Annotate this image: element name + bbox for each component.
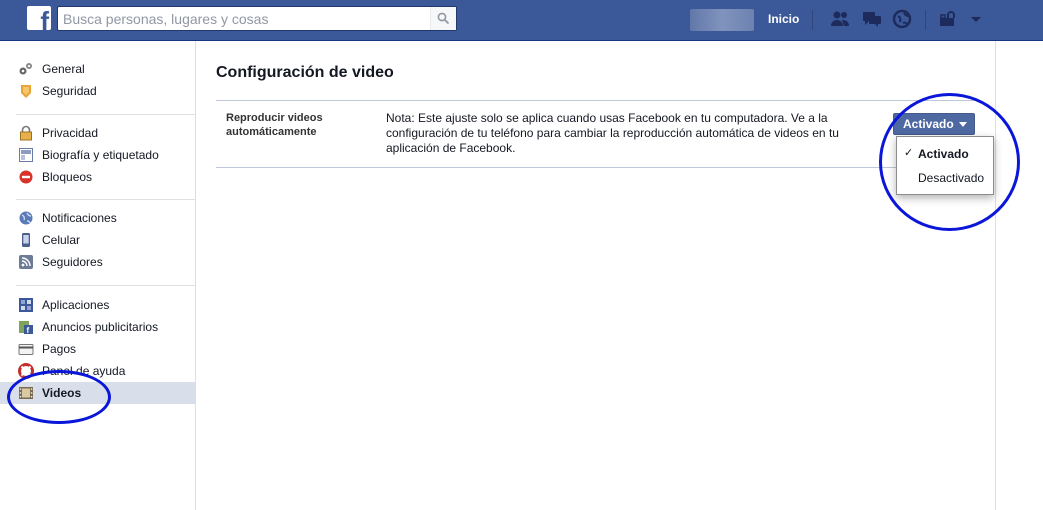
sidebar-item-apps[interactable]: Aplicaciones <box>16 294 196 316</box>
sidebar-item-label: Seguidores <box>42 255 103 269</box>
sidebar-item-notifications[interactable]: Notificaciones <box>16 207 196 229</box>
sidebar-item-label: Celular <box>42 233 81 247</box>
sidebar-item-timeline-tagging[interactable]: Biografía y etiquetado <box>16 144 196 166</box>
phone-icon <box>18 232 34 248</box>
sidebar-item-followers[interactable]: Seguidores <box>16 251 196 273</box>
ads-icon: f <box>18 319 34 335</box>
settings-row-autoplay: Reproducir videos automáticamente Nota: … <box>216 100 975 168</box>
sidebar-item-label: Biografía y etiquetado <box>42 148 159 162</box>
timeline-icon <box>18 147 34 163</box>
lock-icon <box>18 125 34 141</box>
sidebar-item-label: Pagos <box>42 342 77 356</box>
search-icon <box>437 12 450 25</box>
autoplay-dropdown-button[interactable]: Activado <box>893 113 975 135</box>
sidebar-item-payments[interactable]: Pagos <box>16 338 196 360</box>
sidebar-item-label: Seguridad <box>42 84 97 98</box>
sidebar-divider <box>16 114 196 115</box>
dropdown-value: Activado <box>903 117 954 131</box>
svg-text:f: f <box>27 326 30 335</box>
apps-icon <box>18 297 34 313</box>
gears-icon <box>18 61 34 77</box>
search-box <box>57 6 457 31</box>
top-bar: f Inicio <box>0 0 1043 41</box>
setting-label: Reproducir videos automáticamente <box>226 112 323 138</box>
sidebar-group: General Seguridad <box>16 58 196 102</box>
caret-down-icon <box>958 121 967 127</box>
sidebar-item-label: Aplicaciones <box>42 298 110 312</box>
sidebar-item-general[interactable]: General <box>16 58 196 80</box>
setting-note: Nota: Este ajuste solo se aplica cuando … <box>386 111 839 155</box>
settings-sidebar: General Seguridad Privacidad Biografía y… <box>0 41 196 510</box>
facebook-logo[interactable]: f <box>27 6 51 30</box>
home-link[interactable]: Inicio <box>768 12 799 26</box>
badge-icon <box>18 83 34 99</box>
sidebar-item-videos[interactable]: Videos <box>0 382 196 404</box>
messages-icon[interactable] <box>861 9 883 29</box>
sidebar-item-support-dashboard[interactable]: Panel de ayuda <box>16 360 196 382</box>
dropdown-option-off[interactable]: Desactivado <box>897 167 993 189</box>
lifebuoy-icon <box>18 363 34 379</box>
sidebar-item-mobile[interactable]: Celular <box>16 229 196 251</box>
page-title: Configuración de video <box>216 64 394 81</box>
sidebar-item-label: Notificaciones <box>42 211 117 225</box>
sidebar-divider <box>16 285 196 286</box>
rss-icon <box>18 254 34 270</box>
divider <box>925 10 926 30</box>
block-icon <box>18 169 34 185</box>
search-input[interactable] <box>58 7 430 30</box>
option-label: Desactivado <box>918 171 985 185</box>
settings-content: Configuración de video Reproducir videos… <box>196 41 996 510</box>
privacy-shortcuts-icon[interactable] <box>938 9 960 29</box>
sidebar-item-ads[interactable]: f Anuncios publicitarios <box>16 316 196 338</box>
sidebar-item-privacy[interactable]: Privacidad <box>16 122 196 144</box>
globe-icon <box>18 210 34 226</box>
friend-requests-icon[interactable] <box>829 9 851 29</box>
sidebar-item-label: General <box>42 62 85 76</box>
card-icon <box>18 341 34 357</box>
profile-avatar[interactable] <box>690 9 754 31</box>
checkmark-icon: ✓ <box>904 147 914 159</box>
sidebar-group: Aplicaciones f Anuncios publicitarios Pa… <box>0 294 196 404</box>
option-label: Activado <box>918 147 969 161</box>
account-menu-chevron-down-icon[interactable] <box>965 9 987 29</box>
divider <box>812 10 813 30</box>
sidebar-item-blocking[interactable]: Bloqueos <box>16 166 196 188</box>
sidebar-divider <box>16 199 196 200</box>
sidebar-item-label: Bloqueos <box>42 170 93 184</box>
sidebar-item-label: Videos <box>42 386 82 400</box>
sidebar-item-label: Privacidad <box>42 126 99 140</box>
sidebar-item-label: Panel de ayuda <box>42 364 126 378</box>
autoplay-dropdown-menu: ✓ Activado Desactivado <box>896 136 994 195</box>
sidebar-item-label: Anuncios publicitarios <box>42 320 159 334</box>
sidebar-group: Notificaciones Celular Seguidores <box>16 207 196 273</box>
sidebar-item-security[interactable]: Seguridad <box>16 80 196 102</box>
notifications-globe-icon[interactable] <box>892 9 914 29</box>
sidebar-group: Privacidad Biografía y etiquetado Bloque… <box>16 122 196 188</box>
dropdown-option-on[interactable]: ✓ Activado <box>897 143 993 165</box>
search-button[interactable] <box>430 7 456 30</box>
film-icon <box>18 385 34 401</box>
